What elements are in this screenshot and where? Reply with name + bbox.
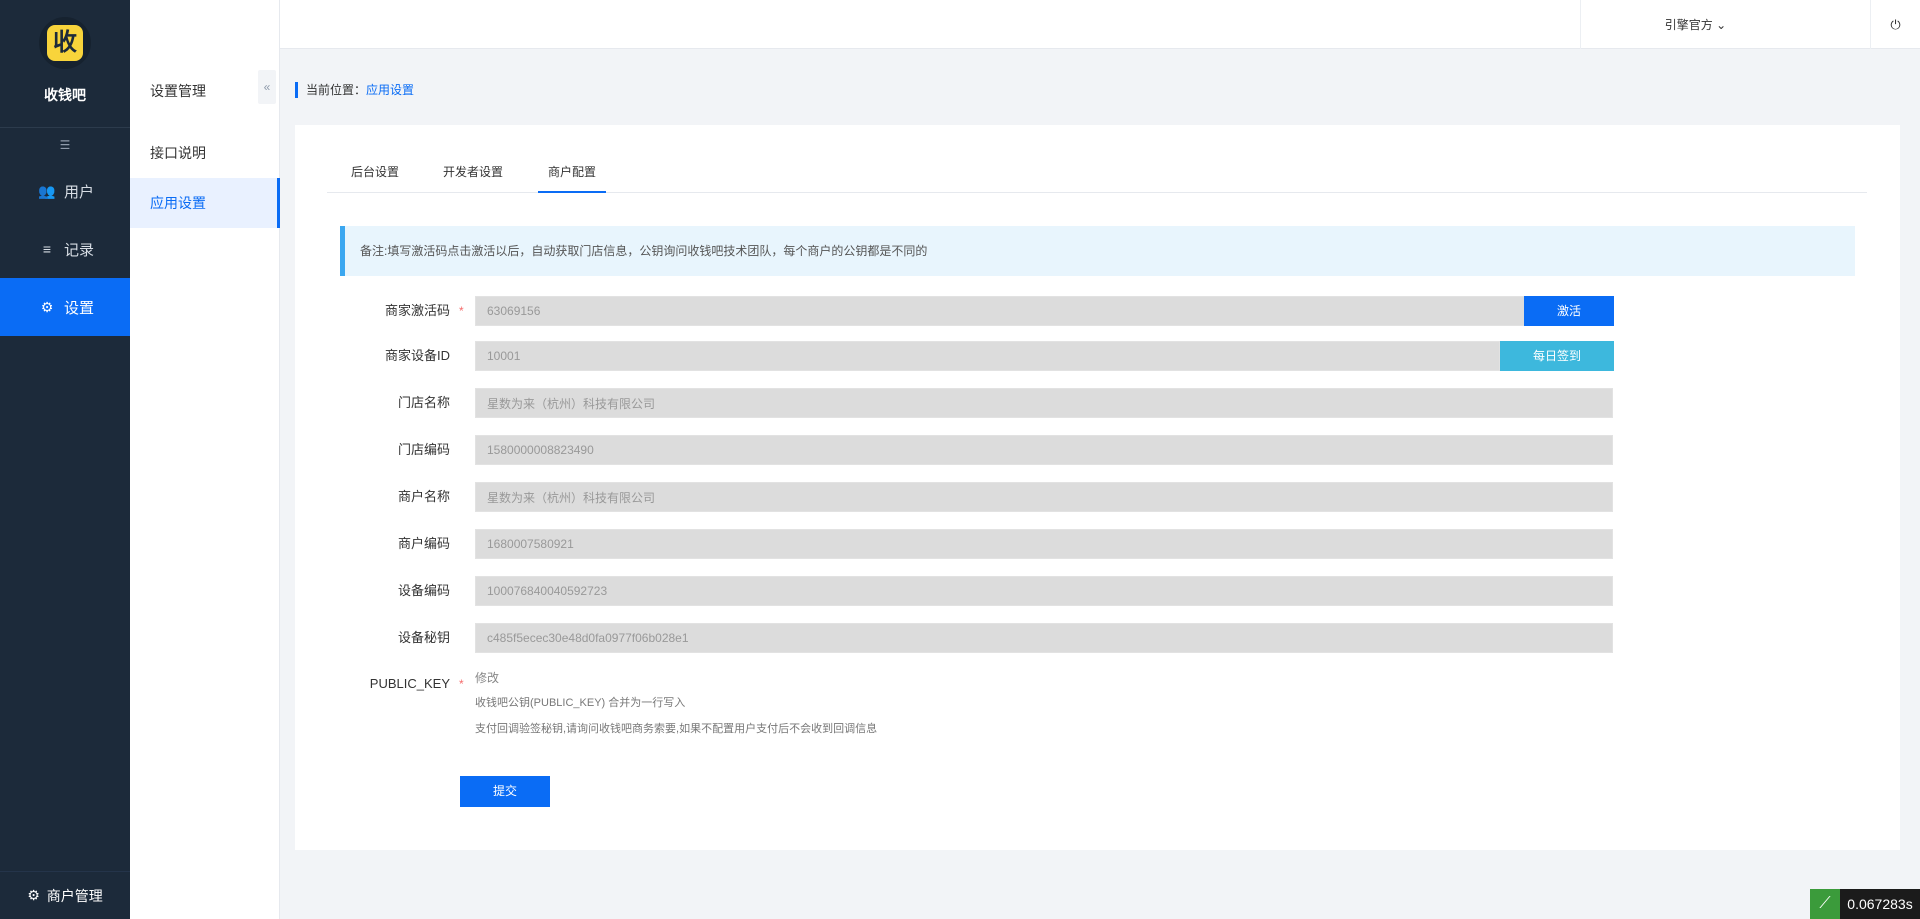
field-label: 门店名称 [397, 395, 450, 410]
daily-checkin-button[interactable]: 每日签到 [1500, 341, 1614, 371]
gear-icon: ⚙ [40, 298, 54, 315]
merchant-name-input[interactable] [475, 482, 1613, 512]
form-row-device-secret: 设备秘钥 [295, 623, 1625, 653]
timer-value: 0.067283s [1840, 889, 1920, 919]
activate-button[interactable]: 激活 [1524, 296, 1614, 326]
sub-sidebar-item-api-docs[interactable]: 接口说明 [130, 128, 280, 178]
store-name-input[interactable] [475, 388, 1613, 418]
sidebar-item-label: 设置 [64, 299, 95, 317]
sidebar-collapse-icon[interactable]: ☰ [0, 128, 130, 162]
store-code-input[interactable] [475, 435, 1613, 465]
field-label: PUBLIC_KEY [369, 676, 450, 691]
field-label: 商户名称 [397, 489, 450, 504]
device-secret-input[interactable] [475, 623, 1613, 653]
main-panel: 后台设置 开发者设置 商户配置 备注:填写激活码点击激活以后，自动获取门店信息，… [295, 125, 1900, 850]
brand-logo[interactable]: 收 [39, 17, 91, 69]
required-mark: * [459, 304, 464, 318]
form-row-store-name: 门店名称 [295, 388, 1625, 418]
gear-icon: ⚙ [27, 887, 40, 903]
merchant-code-input[interactable] [475, 529, 1613, 559]
sub-sidebar-title: 设置管理 [150, 83, 206, 99]
public-key-hint: 收钱吧公钥(PUBLIC_KEY) 合并为一行写入 [475, 697, 686, 709]
brand-area: 收 收钱吧 [0, 0, 130, 128]
double-chevron-left-icon[interactable]: « [258, 70, 276, 104]
sidebar-item-settings[interactable]: ⚙ 设置 [0, 278, 130, 336]
timer-badge: ⟋ 0.067283s [1810, 889, 1920, 919]
brand-name: 收钱吧 [44, 87, 86, 103]
form-row-device-code: 设备编码 [295, 576, 1625, 606]
field-label: 设备秘钥 [397, 630, 450, 645]
main-sidebar: 收 收钱吧 ☰ 👥 用户 ≡ 记录 ⚙ 设置 ⚙ 商户管理 [0, 0, 130, 919]
required-mark: * [459, 677, 464, 691]
form-row-store-code: 门店编码 [295, 435, 1625, 465]
public-key-edit-link[interactable]: 修改 [475, 669, 499, 686]
tab-developer-settings[interactable]: 开发者设置 [433, 155, 513, 193]
form-row-activation-code: 商家激活码 * 激活 [295, 296, 1625, 326]
notice-banner: 备注:填写激活码点击激活以后，自动获取门店信息，公钥询问收钱吧技术团队，每个商户… [340, 226, 1855, 276]
field-label: 设备编码 [397, 583, 450, 598]
field-label: 商家激活码 [384, 303, 450, 318]
top-bar: 引擎官方 ⌄ ⏻ [130, 0, 1920, 49]
callback-hint: 支付回调验签秘钥,请询问收钱吧商务索要,如果不配置用户支付后不会收到回调信息 [475, 723, 878, 735]
merchant-management-button[interactable]: ⚙ 商户管理 [0, 871, 130, 919]
breadcrumb-prefix: 当前位置： [306, 83, 367, 97]
form-row-device-id: 商家设备ID 每日签到 [295, 341, 1625, 371]
submit-button[interactable]: 提交 [460, 776, 550, 807]
timer-icon: ⟋ [1810, 889, 1840, 919]
list-icon: ≡ [42, 241, 52, 257]
sub-sidebar: 设置管理 « 接口说明 应用设置 [130, 0, 280, 919]
field-label: 门店编码 [397, 442, 450, 457]
logo-mark: 收 [47, 25, 83, 61]
tab-bar: 后台设置 开发者设置 商户配置 [327, 155, 1867, 193]
user-menu[interactable]: 引擎官方 ⌄ [1580, 0, 1810, 49]
form-row-merchant-code: 商户编码 [295, 529, 1625, 559]
sidebar-item-label: 记录 [64, 241, 95, 259]
breadcrumb-current[interactable]: 应用设置 [366, 83, 414, 97]
field-label: 商户编码 [397, 536, 450, 551]
sidebar-item-records[interactable]: ≡ 记录 [0, 220, 130, 278]
sidebar-item-users[interactable]: 👥 用户 [0, 162, 130, 220]
form-row-merchant-name: 商户名称 [295, 482, 1625, 512]
field-label: 商家设备ID [384, 348, 450, 363]
users-icon: 👥 [38, 182, 56, 199]
tab-merchant-config[interactable]: 商户配置 [538, 155, 607, 193]
breadcrumb: 当前位置：应用设置 [295, 82, 414, 98]
activation-code-input[interactable] [475, 296, 1525, 326]
device-id-input[interactable] [475, 341, 1500, 371]
power-icon[interactable]: ⏻ [1870, 0, 1920, 49]
sidebar-item-label: 用户 [64, 183, 95, 201]
tab-backend-settings[interactable]: 后台设置 [341, 155, 409, 193]
device-code-input[interactable] [475, 576, 1613, 606]
sub-sidebar-item-app-settings[interactable]: 应用设置 [130, 178, 280, 228]
merchant-management-label: 商户管理 [46, 887, 103, 904]
